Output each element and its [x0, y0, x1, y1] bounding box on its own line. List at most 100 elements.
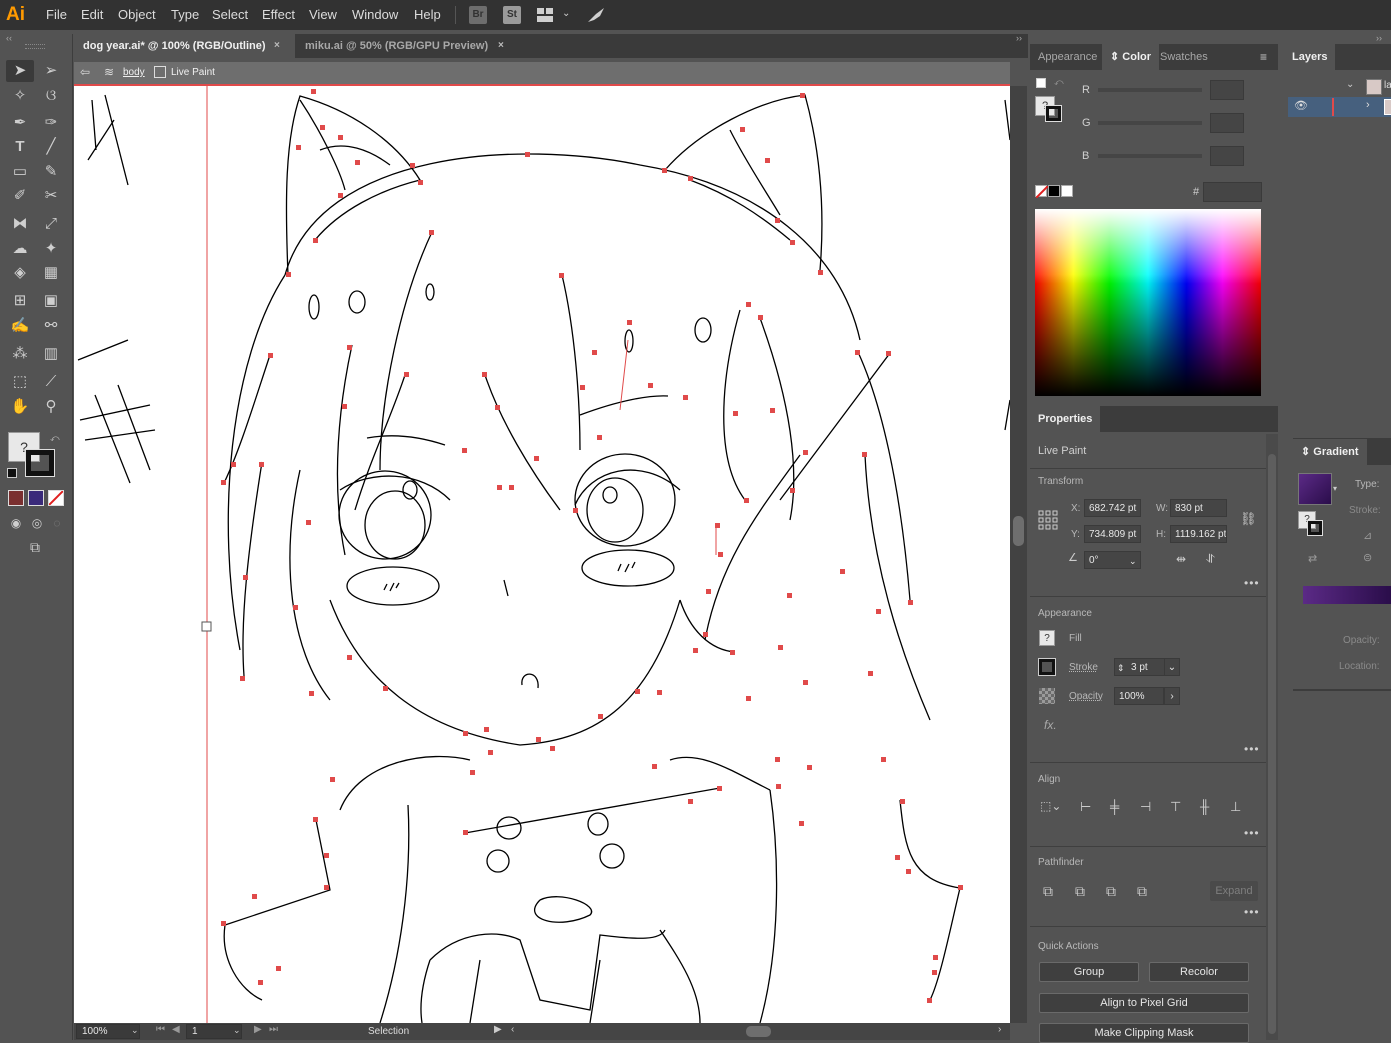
- last-artboard-icon[interactable]: ⏭: [269, 1024, 278, 1035]
- scale-tool-icon[interactable]: ⤢: [40, 214, 62, 234]
- chevron-down-icon[interactable]: ⌄: [562, 8, 570, 19]
- group-button[interactable]: Group: [1039, 962, 1139, 982]
- stepper-icon[interactable]: ⇕: [1117, 659, 1125, 677]
- swap-colors-icon[interactable]: ⤺: [1054, 77, 1064, 88]
- stroke-weight-dropdown[interactable]: ⌄: [1164, 658, 1180, 676]
- channel-b-input[interactable]: [1210, 146, 1244, 166]
- y-input[interactable]: 734.809 pt: [1084, 525, 1141, 543]
- default-colors-icon[interactable]: [1036, 78, 1046, 88]
- close-icon[interactable]: ×: [274, 34, 280, 58]
- color-stroke-swatch[interactable]: [1045, 105, 1062, 122]
- gradient-tool-icon[interactable]: ▣: [40, 291, 62, 311]
- none-mode-icon[interactable]: [48, 490, 64, 506]
- tab-properties[interactable]: Properties: [1030, 406, 1101, 432]
- flip-vertical-icon[interactable]: ⥯: [1206, 552, 1215, 567]
- zoom-tool-icon[interactable]: ⚲: [40, 397, 62, 417]
- expand-arrow-icon[interactable]: ›: [1366, 99, 1370, 111]
- aspect-ratio-icon[interactable]: ⊜: [1363, 551, 1372, 564]
- more-options-icon[interactable]: •••: [1244, 826, 1260, 840]
- selection-tool-icon[interactable]: ➤: [9, 61, 31, 81]
- zoom-field[interactable]: 100% ⌄: [76, 1024, 140, 1039]
- h-input[interactable]: 1119.162 pt: [1170, 525, 1227, 543]
- magic-wand-tool-icon[interactable]: ✧: [9, 86, 31, 106]
- pen-tool-icon[interactable]: ✒: [9, 113, 31, 133]
- lasso-tool-icon[interactable]: ଓ: [40, 86, 62, 106]
- w-input[interactable]: 830 pt: [1170, 499, 1227, 517]
- slice-tool-icon[interactable]: ⟋: [40, 372, 62, 392]
- vertical-scrollbar[interactable]: [1010, 86, 1027, 1023]
- artboard-number-field[interactable]: 1 ⌄: [186, 1024, 242, 1039]
- collapse-panels-icon[interactable]: ››: [1016, 33, 1022, 43]
- none-swatch[interactable]: [1035, 185, 1049, 199]
- bridge-icon[interactable]: Br: [469, 6, 487, 24]
- panel-menu-icon[interactable]: ≡: [1260, 50, 1267, 64]
- align-to-selection-icon[interactable]: ⬚⌄: [1040, 799, 1061, 813]
- layer-name[interactable]: la: [1384, 80, 1391, 91]
- reference-point-icon[interactable]: [1038, 510, 1058, 530]
- back-arrow-icon[interactable]: ⇦: [80, 65, 90, 79]
- menu-select[interactable]: Select: [212, 7, 248, 22]
- tab-gradient[interactable]: ⇕ Gradient: [1293, 439, 1367, 465]
- blend-tool-icon[interactable]: ⚯: [40, 316, 62, 336]
- shape-builder-tool-icon[interactable]: ◈: [9, 263, 31, 283]
- opacity-dropdown[interactable]: ›: [1164, 687, 1180, 705]
- layer-row-top[interactable]: ⌄ la: [1288, 77, 1391, 97]
- tab-appearance[interactable]: Appearance: [1030, 44, 1105, 70]
- expand-button[interactable]: Expand: [1210, 881, 1258, 901]
- menu-type[interactable]: Type: [171, 7, 199, 22]
- status-menu-arrow-icon[interactable]: ▶: [494, 1024, 502, 1035]
- scroll-left-icon[interactable]: ‹: [511, 1024, 514, 1035]
- symbol-sprayer-tool-icon[interactable]: ⁂: [9, 344, 31, 364]
- chevron-down-icon[interactable]: ⌄: [1346, 79, 1354, 90]
- gradient-slider[interactable]: [1303, 586, 1391, 604]
- direct-selection-tool-icon[interactable]: ➢: [40, 61, 62, 81]
- close-icon[interactable]: ×: [498, 34, 504, 58]
- stroke-label[interactable]: Stroke: [1069, 662, 1098, 673]
- scroll-right-icon[interactable]: ›: [998, 1024, 1001, 1035]
- make-clipping-mask-button[interactable]: Make Clipping Mask: [1039, 1023, 1249, 1043]
- stroke-swatch[interactable]: [1038, 658, 1056, 676]
- recolor-button[interactable]: Recolor: [1149, 962, 1249, 982]
- scroll-thumb[interactable]: [1013, 516, 1024, 546]
- align-horizontal-center-icon[interactable]: ╪: [1110, 799, 1119, 814]
- collapse-layers-icon[interactable]: ››: [1376, 33, 1382, 43]
- gradient-mode-icon[interactable]: [28, 490, 44, 506]
- align-to-pixel-grid-button[interactable]: Align to Pixel Grid: [1039, 993, 1249, 1013]
- paintbrush-tool-icon[interactable]: ✎: [40, 162, 62, 182]
- fill-swatch-unknown[interactable]: ?: [1039, 630, 1055, 646]
- scroll-thumb[interactable]: [1268, 454, 1276, 1034]
- shaper-tool-icon[interactable]: ✐: [9, 186, 31, 206]
- puppet-warp-tool-icon[interactable]: ✦: [40, 239, 62, 259]
- menu-view[interactable]: View: [309, 7, 337, 22]
- menu-file[interactable]: File: [46, 7, 67, 22]
- column-graph-tool-icon[interactable]: ▥: [40, 344, 62, 364]
- align-vertical-center-icon[interactable]: ╫: [1200, 799, 1209, 814]
- intersect-icon[interactable]: ⧉: [1106, 883, 1116, 900]
- effects-fx-icon[interactable]: fx.: [1044, 718, 1057, 732]
- perspective-grid-tool-icon[interactable]: ▦: [40, 263, 62, 283]
- x-input[interactable]: 682.742 pt: [1084, 499, 1141, 517]
- stroke-swatch[interactable]: [25, 449, 55, 477]
- mesh-tool-icon[interactable]: ⊞: [9, 291, 31, 311]
- rectangle-tool-icon[interactable]: ▭: [9, 162, 31, 182]
- angle-input[interactable]: 0° ⌄: [1084, 551, 1141, 569]
- opacity-input[interactable]: 100%: [1114, 687, 1164, 705]
- channel-r-input[interactable]: [1210, 80, 1244, 100]
- line-segment-tool-icon[interactable]: ╱: [40, 137, 62, 157]
- tab-color[interactable]: ⇕ Color: [1102, 44, 1160, 70]
- exclude-icon[interactable]: ⧉: [1137, 883, 1147, 900]
- channel-g-input[interactable]: [1210, 113, 1244, 133]
- tab-swatches[interactable]: Swatches: [1152, 44, 1216, 70]
- gradient-stroke-swatch[interactable]: [1307, 520, 1323, 536]
- align-right-icon[interactable]: ⊣: [1140, 799, 1151, 815]
- draw-behind-icon[interactable]: ◎: [26, 513, 48, 533]
- previous-artboard-icon[interactable]: ◀: [172, 1024, 180, 1035]
- tab-dog-year[interactable]: dog year.ai* @ 100% (RGB/Outline) ×: [74, 34, 295, 58]
- curvature-tool-icon[interactable]: ✑: [40, 113, 62, 133]
- eye-visibility-icon[interactable]: 👁: [1294, 99, 1308, 112]
- reflect-tool-icon[interactable]: ⧓: [9, 214, 31, 234]
- more-options-icon[interactable]: •••: [1244, 742, 1260, 756]
- more-options-icon[interactable]: •••: [1244, 905, 1260, 919]
- swap-fill-stroke-icon[interactable]: ⤺: [50, 433, 60, 444]
- black-swatch[interactable]: [1048, 185, 1060, 197]
